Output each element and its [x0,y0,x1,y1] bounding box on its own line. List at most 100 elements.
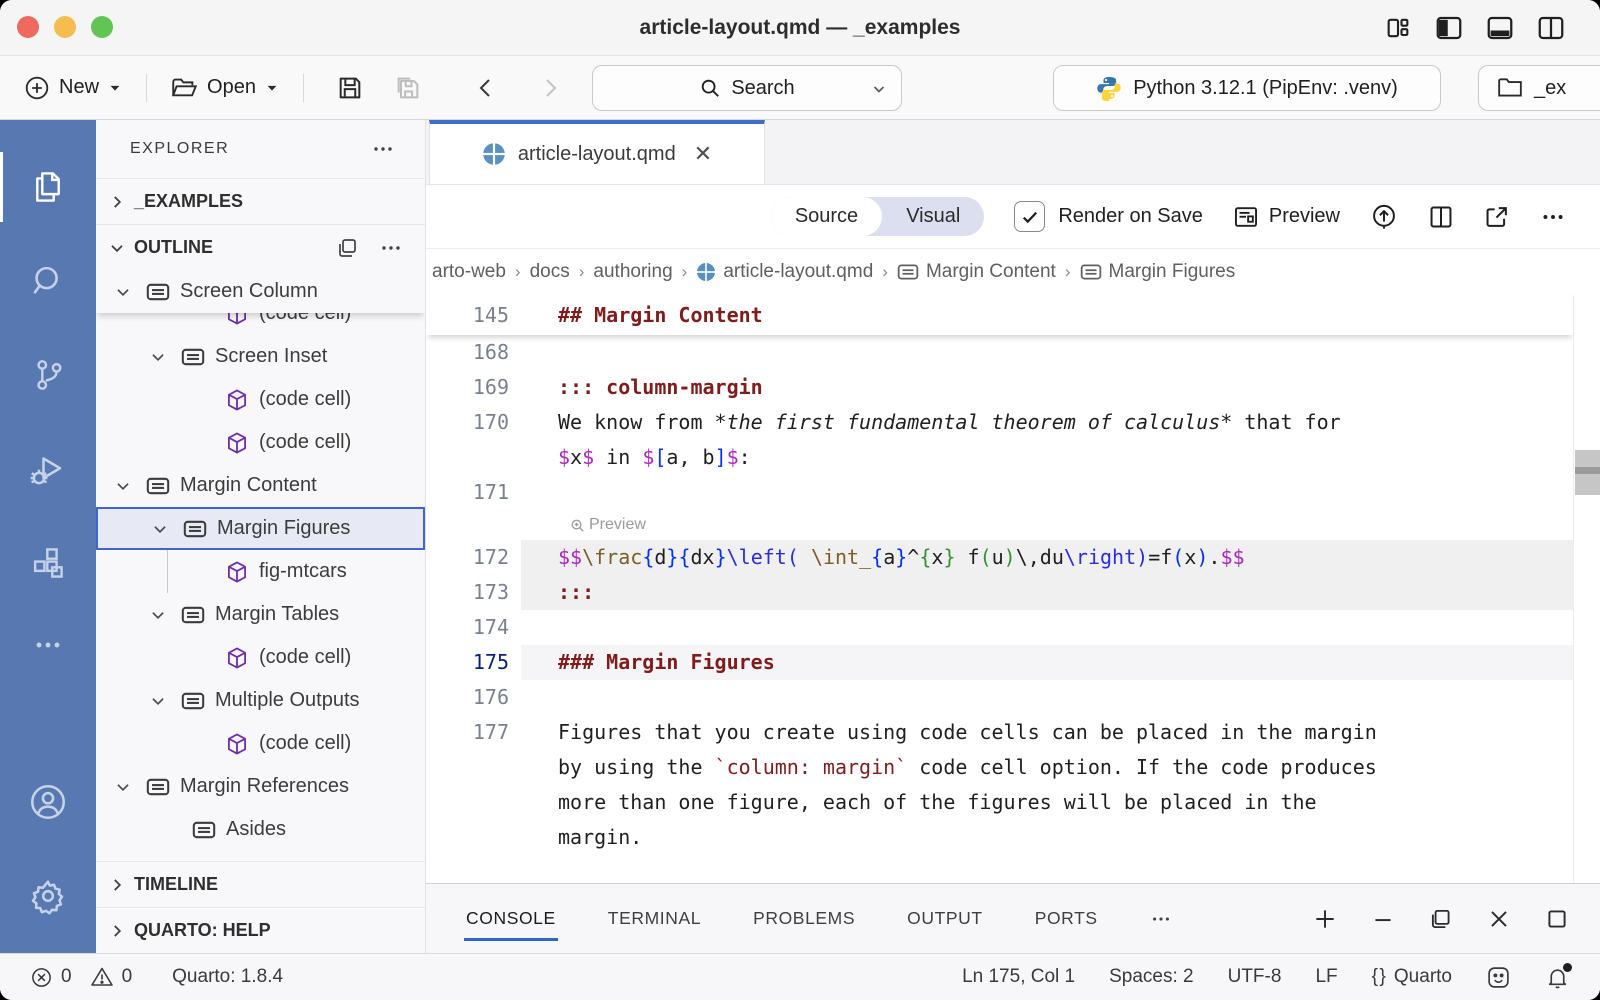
sidebar-section-examples[interactable]: _EXAMPLES [96,178,425,224]
plus-circle-icon [24,75,50,101]
encoding-status[interactable]: UTF-8 [1228,966,1282,988]
panel-close-icon[interactable] [1486,906,1512,932]
toggle-left-sidebar-icon[interactable] [1434,13,1464,43]
section-symbol-icon [897,263,919,281]
panel-tab-output[interactable]: OUTPUT [905,898,985,939]
checkbox-checked-icon[interactable] [1014,201,1045,232]
code-row-wrap: more than one figure, each of the figure… [426,785,1573,820]
status-bar: 0 0 Quarto: 1.8.4 Ln 175, Col 1 Spaces: … [0,953,1600,1000]
breadcrumb-item-symbol[interactable]: Margin Content [897,261,1056,283]
indentation-status[interactable]: Spaces: 2 [1109,966,1194,988]
line-number: 171 [426,475,521,510]
chevron-down-icon [110,283,136,301]
eol-status[interactable]: LF [1315,966,1337,988]
extensions-icon[interactable] [0,516,96,610]
search-icon[interactable] [0,234,96,328]
collapse-all-icon[interactable] [335,236,359,260]
sidebar-section-quarto-help[interactable]: QUARTO: HELP [96,907,425,953]
chevron-down-icon[interactable] [871,81,887,97]
outline-item-screen-inset[interactable]: Screen Inset [96,335,425,378]
outline-item-multiple-outputs[interactable]: Multiple Outputs [96,679,425,722]
explorer-more-actions-icon[interactable] [371,137,395,161]
panel-tab-ports[interactable]: PORTS [1033,898,1100,939]
line-number: 173 [426,575,521,610]
outline-item-margin-content[interactable]: Margin Content [96,464,425,507]
settings-gear-icon[interactable] [0,849,96,943]
panel-tab-problems[interactable]: PROBLEMS [751,898,857,939]
new-button[interactable]: New [24,75,122,101]
toggle-right-sidebar-icon[interactable] [1536,13,1566,43]
open-external-icon[interactable] [1484,204,1510,230]
preview-label: Preview [1269,205,1340,228]
outline-item-asides[interactable]: Asides [96,808,425,851]
outline-tree: (code cell) Screen Column Screen Inset (… [96,270,425,852]
render-on-save-checkbox[interactable]: Render on Save [1014,201,1203,232]
sidebar-section-outline[interactable]: OUTLINE [96,224,425,270]
notifications-bell-icon[interactable] [1545,965,1570,990]
cursor-position-status[interactable]: Ln 175, Col 1 [962,966,1075,988]
breadcrumb-item[interactable]: docs [530,261,570,283]
interpreter-selector[interactable]: Python 3.12.1 (PipEnv: .venv) [1053,65,1441,111]
line-number: 176 [426,680,521,715]
preview-button[interactable]: Preview [1233,204,1340,230]
source-mode-button[interactable]: Source [771,197,882,236]
tab-article-layout-qmd[interactable]: article-layout.qmd ✕ [429,120,765,184]
outline-item-screen-column[interactable]: Screen Column [96,270,425,313]
code-line: ## Margin Content [521,298,1573,333]
panel-minimize-icon[interactable] [1370,906,1396,932]
account-icon[interactable] [0,755,96,849]
navigate-back-icon[interactable] [474,76,498,100]
code-editor[interactable]: 145 ## Margin Content 168 169 ::: column… [426,295,1600,883]
additional-views-icon[interactable] [0,610,96,680]
panel-tab-terminal[interactable]: TERMINAL [606,898,703,939]
source-control-icon[interactable] [0,328,96,422]
problems-status[interactable]: 0 0 [30,965,132,989]
language-mode-status[interactable]: { } Quarto [1372,966,1452,988]
outline-item-margin-references[interactable]: Margin References [96,765,425,808]
breadcrumb-item[interactable]: arto-web [432,261,506,283]
section-symbol-icon [182,519,208,539]
toggle-bottom-panel-icon[interactable] [1485,13,1515,43]
code-cell-cube-icon [224,646,250,670]
code-line: margin. [521,820,1573,855]
outline-item-code-cell[interactable]: (code cell) [96,636,425,679]
close-tab-icon[interactable]: ✕ [694,141,712,167]
save-all-icon[interactable] [394,74,422,102]
run-debug-icon[interactable] [0,422,96,516]
section-symbol-icon [145,476,171,496]
visual-mode-button[interactable]: Visual [882,197,984,236]
more-actions-icon[interactable] [1540,204,1566,230]
split-editor-icon[interactable] [1428,204,1454,230]
navigate-forward-icon[interactable] [538,76,562,100]
panel-maximize-icon[interactable] [1544,906,1570,932]
outline-item-code-cell[interactable]: (code cell) [96,421,425,464]
sticky-scroll-line[interactable]: 145 ## Margin Content [426,295,1573,335]
chevron-right-icon: › [1065,262,1071,282]
outline-item-code-cell[interactable]: (code cell) [96,378,425,421]
open-button[interactable]: Open [171,76,279,100]
outline-item-margin-figures[interactable]: Margin Figures [96,507,425,550]
panel-restore-icon[interactable] [1428,906,1454,932]
math-preview-codelens[interactable]: Preview [570,516,646,534]
global-search-input[interactable]: Search [592,65,902,111]
sidebar-section-timeline[interactable]: TIMELINE [96,861,425,907]
outline-item-fig-mtcars[interactable]: fig-mtcars [96,550,425,593]
save-icon[interactable] [336,74,364,102]
positron-window: article-layout.qmd — _examples New [0,0,1600,1000]
publish-icon[interactable] [1370,203,1398,231]
panel-more-tabs-icon[interactable] [1148,898,1174,940]
breadcrumb-item-symbol[interactable]: Margin Figures [1080,261,1236,283]
customize-layout-icon[interactable] [1383,13,1413,43]
panel-add-icon[interactable] [1312,906,1338,932]
breadcrumb-item[interactable]: authoring [593,261,672,283]
outline-item-code-cell[interactable]: (code cell) [96,722,425,765]
panel-tab-console[interactable]: CONSOLE [464,898,558,939]
workspace-selector[interactable]: _ex [1478,65,1600,111]
breadcrumb-item-file[interactable]: article-layout.qmd [696,261,873,283]
editor-scrollbar[interactable] [1573,295,1600,883]
feedback-smiley-icon[interactable] [1486,965,1511,990]
outline-item-margin-tables[interactable]: Margin Tables [96,593,425,636]
outline-more-actions-icon[interactable] [379,236,403,260]
quarto-version-status[interactable]: Quarto: 1.8.4 [172,966,283,988]
explorer-icon[interactable] [0,140,96,234]
